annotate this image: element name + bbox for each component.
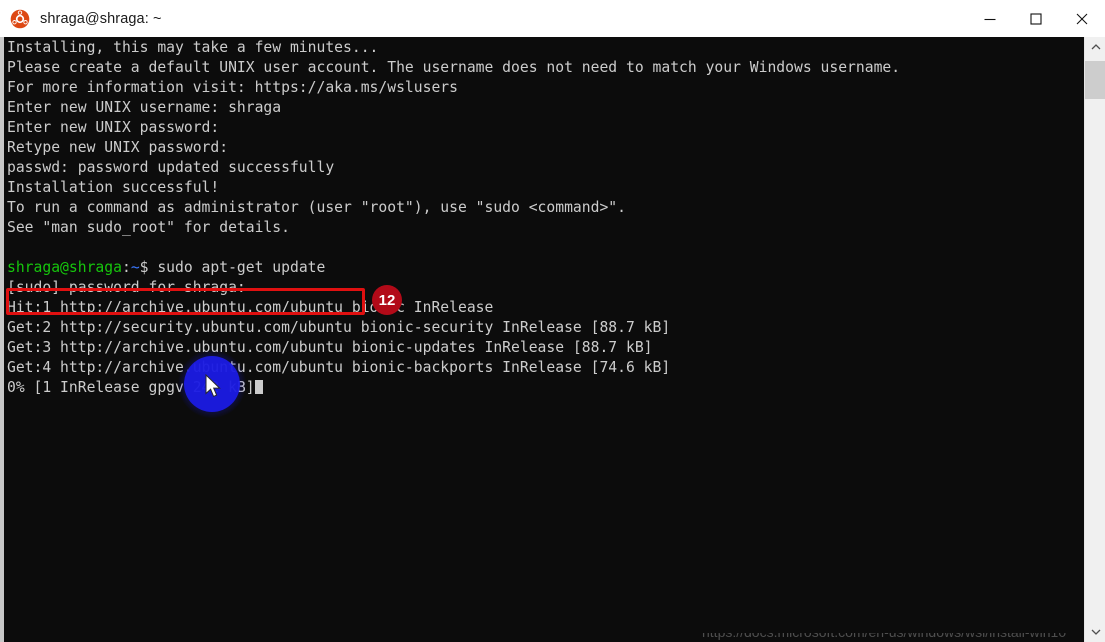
ubuntu-icon (10, 9, 30, 29)
terminal-line: [sudo] password for shraga: (7, 278, 900, 298)
terminal-span: To run a command as administrator (user … (7, 199, 626, 216)
terminal-span: Get:3 http://archive.ubuntu.com/ubuntu b… (7, 339, 653, 356)
terminal-text: Installing, this may take a few minutes.… (7, 38, 900, 398)
terminal-line: Hit:1 http://archive.ubuntu.com/ubuntu b… (7, 298, 900, 318)
terminal-span: Get:2 http://security.ubuntu.com/ubuntu … (7, 319, 671, 336)
terminal-span: Enter new UNIX password: (7, 119, 220, 136)
scrollbar-up-arrow-icon[interactable] (1085, 37, 1105, 57)
vertical-scrollbar[interactable] (1084, 37, 1105, 642)
terminal-frame: Installing, this may take a few minutes.… (0, 37, 1105, 642)
terminal-line: Get:2 http://security.ubuntu.com/ubuntu … (7, 318, 900, 338)
terminal-line: Please create a default UNIX user accoun… (7, 58, 900, 78)
window-title: shraga@shraga: ~ (40, 10, 162, 27)
terminal-line: Enter new UNIX username: shraga (7, 98, 900, 118)
terminal-span: Enter new UNIX username: shraga (7, 99, 282, 116)
terminal-line: Retype new UNIX password: (7, 138, 900, 158)
terminal-span: 0% [1 InRelease gpgv 242 kB] (7, 379, 255, 396)
window-controls (967, 0, 1105, 37)
terminal-span: Installing, this may take a few minutes.… (7, 39, 379, 56)
terminal-span: Installation successful! (7, 179, 220, 196)
terminal-line: shraga@shraga:~$ sudo apt-get update (7, 258, 900, 278)
terminal-span: [sudo] password for shraga: (7, 279, 246, 296)
title-bar: shraga@shraga: ~ (0, 0, 1105, 37)
terminal-cursor (254, 380, 264, 394)
terminal-span: For more information visit: https://aka.… (7, 79, 458, 96)
terminal-line: Installing, this may take a few minutes.… (7, 38, 900, 58)
terminal-span: ~ (130, 259, 140, 276)
terminal-line: Installation successful! (7, 178, 900, 198)
terminal-line: Enter new UNIX password: (7, 118, 900, 138)
terminal-line: passwd: password updated successfully (7, 158, 900, 178)
terminal-output-area[interactable]: Installing, this may take a few minutes.… (4, 37, 1084, 642)
title-bar-left: shraga@shraga: ~ (0, 9, 967, 29)
terminal-line: See "man sudo_root" for details. (7, 218, 900, 238)
terminal-span: passwd: password updated successfully (7, 159, 335, 176)
scrollbar-track[interactable] (1085, 57, 1105, 622)
terminal-line: 0% [1 InRelease gpgv 242 kB] (7, 378, 900, 398)
terminal-span: : (121, 259, 131, 276)
minimize-button[interactable] (967, 0, 1013, 37)
close-button[interactable] (1059, 0, 1105, 37)
terminal-line: Get:3 http://archive.ubuntu.com/ubuntu b… (7, 338, 900, 358)
scrollbar-thumb[interactable] (1085, 61, 1105, 99)
scrollbar-down-arrow-icon[interactable] (1085, 622, 1105, 642)
annotation-step-badge: 12 (372, 285, 402, 315)
terminal-span: $ sudo apt-get update (139, 259, 326, 276)
terminal-span: Get:4 http://archive.ubuntu.com/ubuntu b… (7, 359, 671, 376)
terminal-window: shraga@shraga: ~ Installing, this may ta… (0, 0, 1105, 642)
terminal-line: For more information visit: https://aka.… (7, 78, 900, 98)
terminal-line: To run a command as administrator (user … (7, 198, 900, 218)
terminal-span: shraga@shraga (7, 259, 122, 276)
terminal-span: See "man sudo_root" for details. (7, 219, 290, 236)
terminal-line: Get:4 http://archive.ubuntu.com/ubuntu b… (7, 358, 900, 378)
terminal-span: Retype new UNIX password: (7, 139, 229, 156)
maximize-button[interactable] (1013, 0, 1059, 37)
terminal-span: Hit:1 http://archive.ubuntu.com/ubuntu b… (7, 299, 494, 316)
terminal-span: Please create a default UNIX user accoun… (7, 59, 901, 76)
